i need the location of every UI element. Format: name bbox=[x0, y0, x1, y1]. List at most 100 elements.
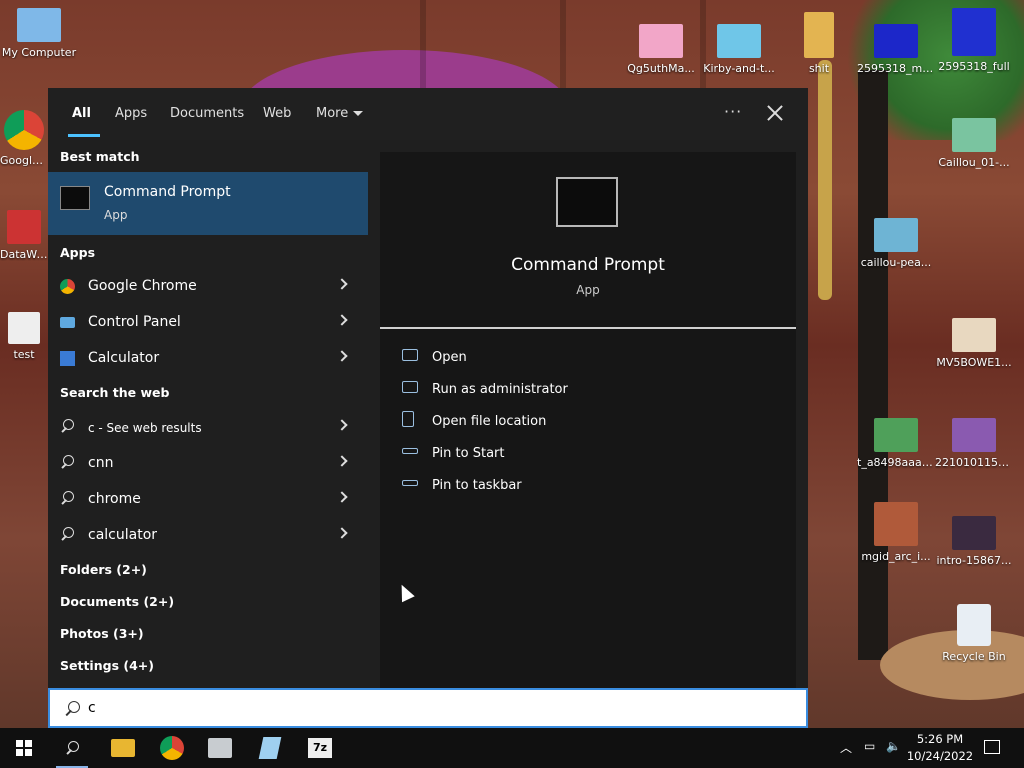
command-prompt-icon bbox=[60, 186, 90, 210]
datawag-icon bbox=[7, 210, 41, 244]
search-tabs: All Apps Documents Web More ··· bbox=[48, 88, 808, 140]
taskbar-7zip[interactable]: 7z bbox=[296, 728, 344, 768]
image-thumbnail-icon bbox=[952, 318, 996, 352]
action-pin-to-taskbar[interactable]: Pin to taskbar bbox=[402, 471, 782, 501]
desktop-icon-qg5uth[interactable]: Qg5uthMa... bbox=[622, 24, 700, 75]
desktop-icon-2595318-mi[interactable]: 2595318_mi... bbox=[857, 24, 935, 75]
desktop-icon-caillou-01[interactable]: Caillou_01-... bbox=[935, 118, 1013, 169]
chevron-right-icon[interactable] bbox=[336, 455, 348, 467]
network-icon[interactable]: ▭ bbox=[864, 739, 875, 753]
desktop-icon-test[interactable]: test bbox=[0, 312, 48, 361]
desktop-icon-my-computer[interactable]: My Computer bbox=[0, 8, 78, 59]
more-options-icon[interactable]: ··· bbox=[724, 102, 742, 121]
active-tab-indicator bbox=[68, 134, 100, 137]
search-icon bbox=[60, 455, 74, 469]
image-thumbnail-icon bbox=[804, 12, 834, 58]
taskbar-search-button[interactable] bbox=[48, 728, 96, 768]
chevron-up-icon[interactable]: ︿ bbox=[840, 739, 852, 756]
command-prompt-icon bbox=[556, 177, 618, 227]
calculator-icon bbox=[60, 351, 75, 366]
chevron-down-icon bbox=[353, 111, 364, 116]
desktop-icon-mv5bowe1[interactable]: MV5BOWE1... bbox=[935, 318, 1013, 369]
tab-all[interactable]: All bbox=[72, 106, 91, 121]
desktop-icon-intro[interactable]: intro-15867... bbox=[935, 516, 1013, 567]
action-pin-to-start[interactable]: Pin to Start bbox=[402, 439, 782, 469]
taskbar-app[interactable] bbox=[246, 728, 294, 768]
chrome-icon bbox=[4, 110, 44, 150]
desktop-icon-recycle-bin[interactable]: Recycle Bin bbox=[935, 604, 1013, 663]
desktop-icon-caillou-pea[interactable]: caillou-pea... bbox=[857, 218, 935, 269]
preview-title: Command Prompt bbox=[511, 255, 665, 275]
image-thumbnail-icon bbox=[952, 8, 996, 56]
category-photos[interactable]: Photos (3+) bbox=[60, 626, 144, 641]
desktop-icon-2210101156[interactable]: 2210101156... bbox=[935, 418, 1013, 469]
chrome-icon bbox=[60, 279, 75, 294]
chevron-right-icon[interactable] bbox=[336, 314, 348, 326]
taskbar: 7z ︿ ▭ 🔈 5:26 PM 10/24/2022 bbox=[0, 728, 1024, 768]
shield-icon bbox=[402, 381, 418, 393]
action-open[interactable]: Open bbox=[402, 343, 782, 373]
tab-more[interactable]: More bbox=[316, 106, 364, 121]
volume-icon[interactable]: 🔈 bbox=[886, 739, 901, 753]
image-thumbnail-icon bbox=[717, 24, 761, 58]
chevron-right-icon[interactable] bbox=[336, 419, 348, 431]
taskbar-app[interactable] bbox=[196, 728, 244, 768]
search-box[interactable] bbox=[48, 688, 808, 728]
file-location-icon bbox=[402, 411, 414, 427]
search-icon bbox=[60, 527, 74, 541]
desktop-icon-datawag[interactable]: DataWag... bbox=[0, 210, 48, 261]
folder-icon bbox=[111, 739, 135, 757]
clock[interactable]: 5:26 PM 10/24/2022 bbox=[904, 731, 976, 765]
chevron-right-icon[interactable] bbox=[336, 527, 348, 539]
best-match-subtitle: App bbox=[104, 208, 128, 222]
category-documents[interactable]: Documents (2+) bbox=[60, 594, 174, 609]
desktop-icon-chrome[interactable]: Google Chrome bbox=[0, 110, 48, 167]
search-web-heading: Search the web bbox=[60, 385, 170, 400]
search-icon bbox=[64, 701, 80, 717]
desktop-icon-shit[interactable]: shit bbox=[780, 12, 858, 75]
web-result[interactable]: calculator bbox=[48, 518, 368, 552]
best-match-heading: Best match bbox=[60, 149, 140, 164]
category-folders[interactable]: Folders (2+) bbox=[60, 562, 147, 577]
search-panel: All Apps Documents Web More ··· Best mat… bbox=[48, 88, 808, 688]
action-run-as-administrator[interactable]: Run as administrator bbox=[402, 375, 782, 405]
app-result-control-panel[interactable]: Control Panel bbox=[48, 305, 368, 339]
image-thumbnail-icon bbox=[874, 24, 918, 58]
chevron-right-icon[interactable] bbox=[336, 278, 348, 290]
tab-documents[interactable]: Documents bbox=[170, 106, 244, 121]
taskbar-file-explorer[interactable] bbox=[98, 728, 146, 768]
chrome-icon bbox=[160, 736, 184, 760]
image-thumbnail-icon bbox=[952, 118, 996, 152]
app-result-chrome[interactable]: Google Chrome bbox=[48, 269, 368, 303]
image-thumbnail-icon bbox=[874, 418, 918, 452]
action-open-file-location[interactable]: Open file location bbox=[402, 407, 782, 437]
desktop-icon-t-a8498[interactable]: t_a8498aaaa... bbox=[857, 418, 935, 469]
best-match-result[interactable]: Command Prompt App bbox=[48, 172, 368, 235]
web-result[interactable]: chrome bbox=[48, 482, 368, 516]
tab-more-label: More bbox=[316, 106, 349, 121]
start-button[interactable] bbox=[0, 728, 48, 768]
search-icon bbox=[60, 419, 74, 433]
desktop-icon-kirby[interactable]: Kirby-and-t... bbox=[700, 24, 778, 75]
desktop-icon-mgid-arc[interactable]: mgid_arc_i... bbox=[857, 502, 935, 563]
close-icon[interactable] bbox=[764, 102, 786, 124]
desktop-icon-2595318-full[interactable]: 2595318_full bbox=[935, 8, 1013, 73]
notifications-icon[interactable] bbox=[984, 740, 1000, 754]
taskbar-chrome[interactable] bbox=[148, 728, 196, 768]
chevron-right-icon[interactable] bbox=[336, 491, 348, 503]
app-result-calculator[interactable]: Calculator bbox=[48, 341, 368, 375]
windows-logo-icon bbox=[16, 740, 32, 756]
web-result[interactable]: c - See web results bbox=[48, 410, 368, 444]
gear-icon bbox=[8, 312, 40, 344]
chevron-right-icon[interactable] bbox=[336, 350, 348, 362]
tab-web[interactable]: Web bbox=[263, 106, 291, 121]
search-input[interactable] bbox=[88, 696, 788, 720]
image-thumbnail-icon bbox=[874, 218, 918, 252]
computer-icon bbox=[17, 8, 61, 42]
category-settings[interactable]: Settings (4+) bbox=[60, 658, 154, 673]
image-thumbnail-icon bbox=[952, 418, 996, 452]
web-result[interactable]: cnn bbox=[48, 446, 368, 480]
tab-apps[interactable]: Apps bbox=[115, 106, 147, 121]
screenshot-app-icon bbox=[208, 738, 232, 758]
7zip-icon: 7z bbox=[308, 738, 332, 758]
